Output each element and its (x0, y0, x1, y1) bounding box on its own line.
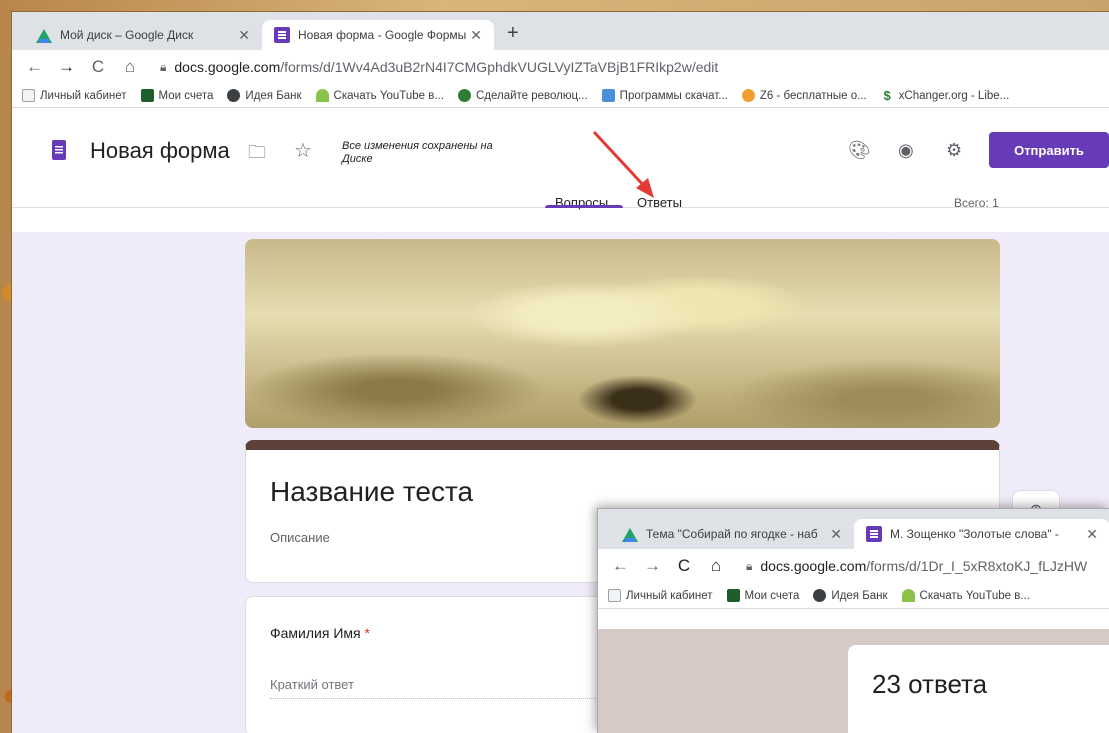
header-image (245, 239, 1000, 428)
responses-canvas: 23 ответа (598, 629, 1109, 733)
bookmark-item[interactable]: Скачать YouTube в... (315, 89, 444, 102)
address-bar: ← → C ⌂ 🔒︎ docs.google.com /forms/d/1Wv4… (12, 50, 1109, 84)
tab-theme[interactable]: Тема "Собирай по ягодке - наб ✕ (610, 519, 854, 549)
google-forms-icon[interactable] (52, 140, 66, 160)
bookmark-item[interactable]: Программы скачат... (601, 89, 728, 102)
google-drive-icon (36, 27, 52, 43)
form-description[interactable]: Описание (270, 530, 330, 545)
bank-icon (140, 89, 154, 102)
lock-icon: 🔒︎ (160, 59, 167, 74)
close-icon[interactable]: ✕ (238, 27, 250, 44)
total-responses: Всего: 1 (954, 196, 999, 210)
home-icon[interactable]: ⌂ (708, 556, 724, 576)
bookmark-item[interactable]: Z6 - бесплатные о... (741, 89, 867, 102)
mail-icon (22, 89, 35, 102)
form-header: Новая форма 🗀 ☆ Все изменения сохранены … (12, 108, 1109, 210)
tab-label: Новая форма - Google Формы (298, 28, 467, 42)
bookmark-item[interactable]: Идея Банк (813, 589, 888, 602)
star-icon[interactable]: ☆ (294, 138, 312, 163)
download-icon (315, 89, 329, 102)
bookmark-item[interactable]: Скачать YouTube в... (901, 589, 1030, 602)
z6-icon (741, 89, 755, 102)
bookmarks-bar: Личный кабинет Мои счета Идея Банк Скача… (598, 583, 1109, 609)
send-button[interactable]: Отправить (989, 132, 1109, 168)
google-forms-icon (274, 27, 290, 43)
form-title[interactable]: Название теста (270, 476, 473, 508)
forward-icon[interactable]: → (58, 57, 75, 77)
palette-icon[interactable]: 🎨︎ (848, 140, 871, 161)
url-host: docs.google.com (174, 59, 281, 75)
save-status: Все изменения сохранены на Диске (342, 140, 493, 165)
new-tab-button[interactable]: + (507, 22, 519, 45)
hand-icon (457, 89, 471, 102)
folder-icon[interactable]: 🗀 (248, 140, 266, 170)
responses-summary-card: 23 ответа (848, 645, 1109, 733)
url-path: /forms/d/1Wv4Ad3uB2rN4I7CMGphdkVUGLVyIZT… (280, 59, 719, 75)
form-name[interactable]: Новая форма (90, 138, 230, 164)
overlay-browser-window: Тема "Собирай по ягодке - наб ✕ М. Зощен… (597, 508, 1109, 733)
bookmarks-bar: Личный кабинет Мои счета Идея Банк Скача… (12, 84, 1109, 108)
reload-icon[interactable]: C (90, 57, 106, 77)
question-label[interactable]: Фамилия Имя * (270, 625, 370, 641)
annotation-arrow (592, 130, 654, 198)
idea-bank-icon (813, 589, 827, 602)
preview-eye-icon[interactable]: ◉ (898, 140, 914, 161)
bookmark-item[interactable]: Личный кабинет (22, 89, 127, 102)
bookmark-item[interactable]: Идея Банк (227, 89, 302, 102)
home-icon[interactable]: ⌂ (122, 57, 138, 77)
url-field[interactable]: 🔒︎ docs.google.com /forms/d/1Wv4Ad3uB2rN… (160, 59, 718, 75)
reload-icon[interactable]: C (676, 556, 692, 576)
short-answer-field: Краткий ответ (270, 677, 600, 699)
close-icon[interactable]: ✕ (830, 526, 842, 543)
back-icon[interactable]: ← (26, 57, 43, 77)
close-icon[interactable]: ✕ (1086, 526, 1098, 543)
tab-new-form[interactable]: Новая форма - Google Формы ✕ (262, 20, 494, 50)
tab-strip: Мой диск – Google Диск ✕ Новая форма - G… (12, 12, 1109, 50)
back-icon[interactable]: ← (612, 556, 629, 576)
url-field[interactable]: 🔒︎ docs.google.com /forms/d/1Dr_I_5xR8xt… (746, 558, 1087, 574)
tab-strip: Тема "Собирай по ягодке - наб ✕ М. Зощен… (598, 509, 1109, 549)
bank-icon (726, 589, 740, 602)
tab-label: Мой диск – Google Диск (60, 28, 194, 42)
download-icon (901, 589, 915, 602)
tab-my-drive[interactable]: Мой диск – Google Диск ✕ (24, 20, 262, 50)
mail-icon (608, 589, 621, 602)
forward-icon[interactable]: → (644, 556, 661, 576)
bookmark-item[interactable]: Мои счета (726, 589, 799, 602)
bookmark-item[interactable]: Личный кабинет (608, 589, 713, 602)
address-bar: ← → C ⌂ 🔒︎ docs.google.com /forms/d/1Dr_… (598, 549, 1109, 583)
active-tab-indicator (545, 205, 623, 208)
required-mark: * (364, 625, 370, 641)
bookmark-item[interactable]: Сделайте революц... (457, 89, 588, 102)
settings-gear-icon[interactable]: ⚙ (946, 140, 962, 161)
program-icon (601, 89, 615, 102)
google-forms-icon (866, 526, 882, 542)
tab-zoshchenko[interactable]: М. Зощенко "Золотые слова" - ✕ (854, 519, 1109, 549)
lock-icon: 🔒︎ (746, 558, 753, 573)
idea-bank-icon (227, 89, 241, 102)
dollar-icon: $ (883, 88, 891, 103)
responses-count: 23 ответа (872, 669, 988, 699)
bookmark-item[interactable]: $ xChanger.org - Libe... (881, 89, 1010, 102)
close-icon[interactable]: ✕ (470, 27, 482, 44)
google-drive-icon (622, 526, 638, 542)
bookmark-item[interactable]: Мои счета (140, 89, 213, 102)
